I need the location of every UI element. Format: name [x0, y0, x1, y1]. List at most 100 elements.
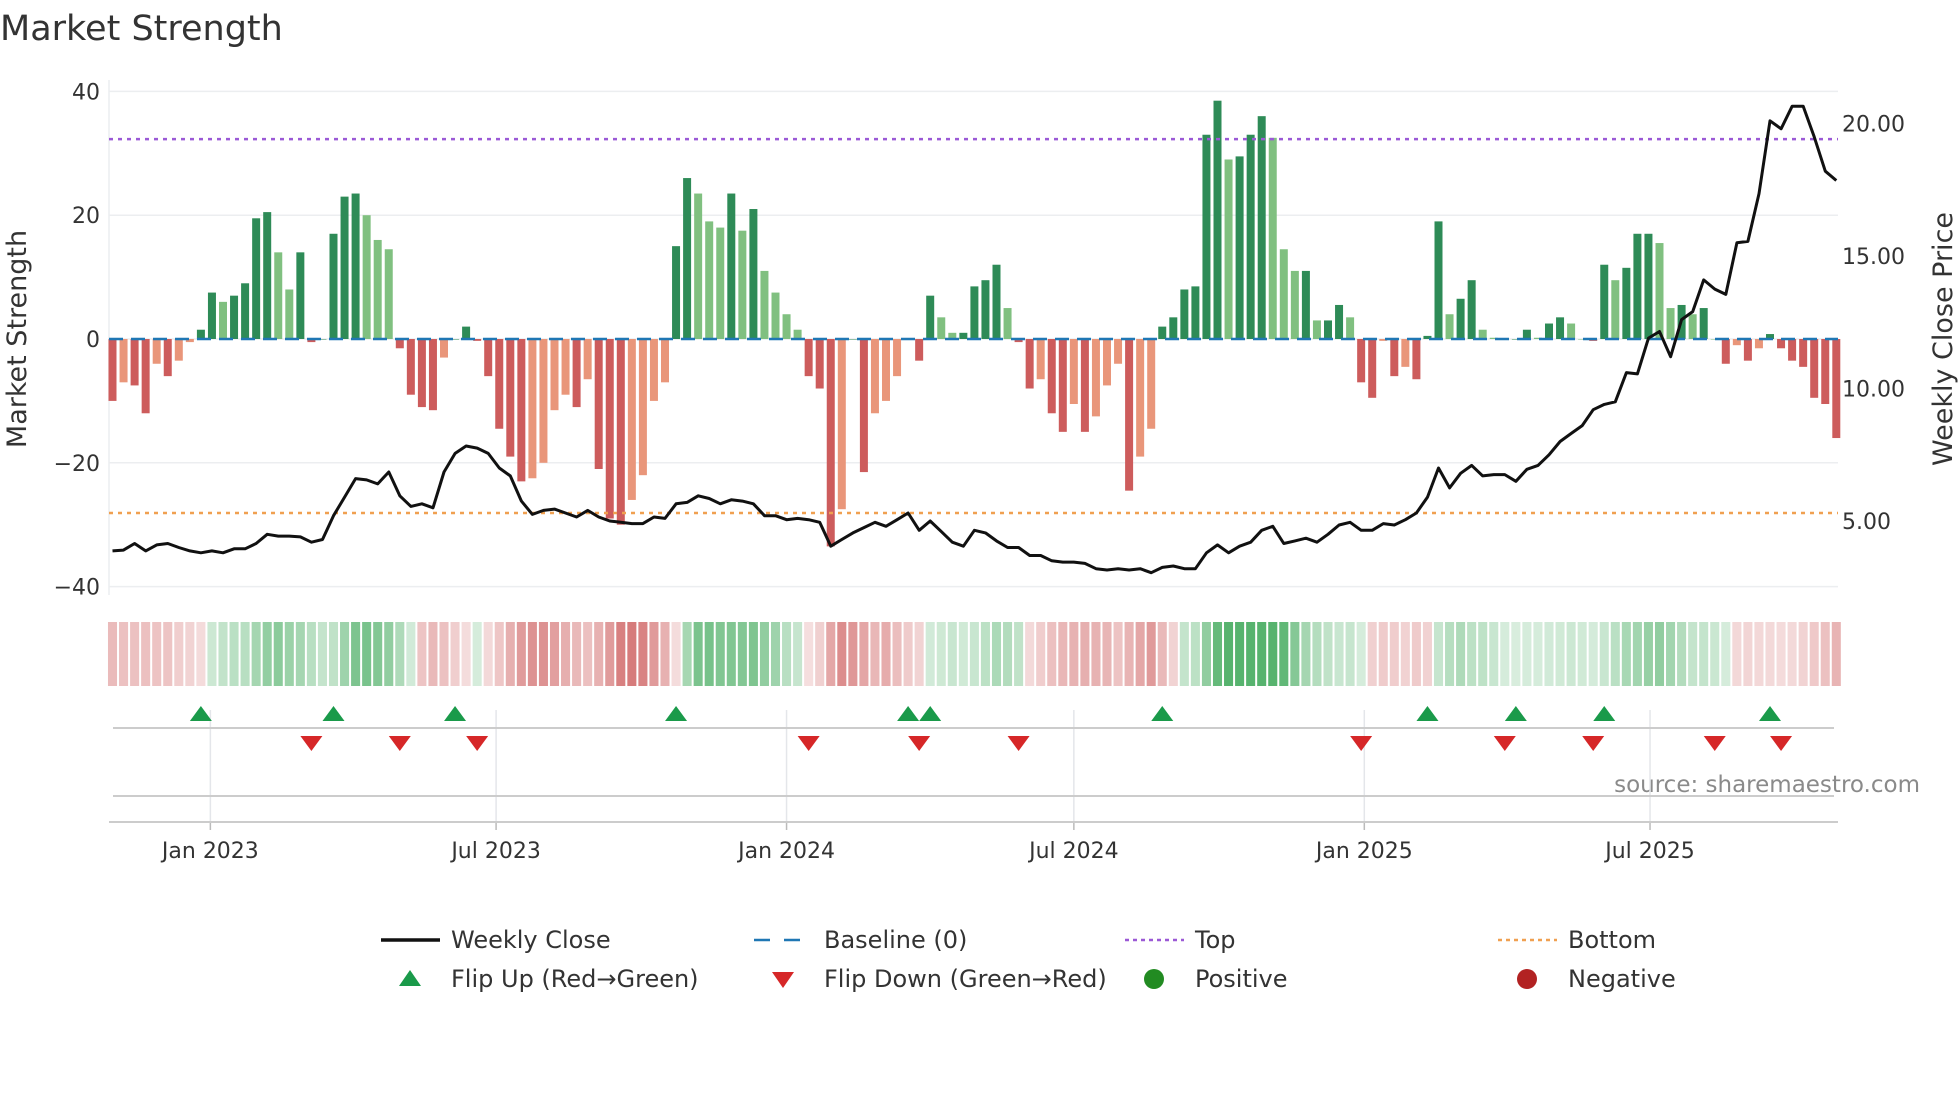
legend-label: Flip Down (Green→Red) — [824, 965, 1107, 993]
strip-cell — [328, 622, 339, 686]
strength-bar — [340, 196, 349, 339]
strip-cell — [1102, 622, 1112, 686]
strip-cell — [958, 622, 968, 686]
strength-bar — [1799, 339, 1808, 367]
x-tick-label: Jan 2025 — [1314, 839, 1413, 864]
strip-cell — [726, 622, 736, 686]
strip-cell — [914, 622, 924, 686]
strip-cell — [1323, 622, 1333, 686]
strip-cell — [1754, 622, 1764, 686]
strength-bar — [1069, 339, 1078, 404]
strip-cell — [1080, 622, 1090, 686]
strength-bar — [583, 339, 592, 380]
y2-axis-label: Weekly Close Price — [1928, 212, 1959, 466]
strip-cell — [229, 622, 239, 686]
strip-cell — [1787, 622, 1797, 686]
strip-cell — [1610, 622, 1620, 686]
strength-bar — [1125, 339, 1134, 491]
strength-bar — [130, 339, 139, 386]
legend-label: Bottom — [1568, 926, 1656, 954]
strength-bar — [1390, 339, 1399, 377]
flip-down-marker — [388, 736, 411, 751]
strength-bar — [1445, 314, 1454, 339]
strength-bar — [1357, 339, 1366, 383]
flip-up-marker — [1151, 706, 1174, 721]
strength-bar — [594, 339, 603, 469]
legend-item: Positive — [1144, 965, 1288, 993]
strip-cell — [152, 622, 162, 686]
strip-cell — [351, 622, 361, 686]
strength-bar — [263, 212, 272, 339]
strip-cell — [1433, 622, 1444, 686]
strength-bar — [406, 339, 415, 395]
strip-cell — [936, 622, 946, 686]
strip-cell — [1643, 622, 1653, 686]
strip-cell — [1003, 622, 1013, 686]
flip-up-marker — [444, 706, 467, 721]
strip-cell — [472, 622, 482, 686]
flip-down-marker — [1493, 736, 1516, 751]
strength-bar — [1169, 317, 1178, 339]
strip-cell — [737, 622, 747, 686]
strip-cell — [1411, 622, 1421, 686]
x-tick-label: Jan 2024 — [736, 839, 835, 864]
strip-cell — [141, 622, 151, 686]
strength-bar — [495, 339, 504, 429]
legend-item: Negative — [1517, 965, 1676, 993]
strength-bar — [417, 339, 426, 408]
strip-cell — [362, 622, 372, 686]
triangle-up-icon — [399, 970, 421, 986]
strength-bar — [749, 209, 758, 339]
strength-bar — [815, 339, 824, 389]
strip-cell — [240, 622, 250, 686]
strength-bar — [1257, 116, 1266, 339]
strip-cell — [605, 622, 615, 686]
strength-bar — [1567, 323, 1576, 339]
strip-cell — [1212, 622, 1223, 686]
strip-cell — [450, 622, 460, 686]
strip-cell — [262, 622, 272, 686]
strip-cell — [1113, 622, 1123, 686]
strength-bar — [837, 339, 846, 510]
strip-cell — [1345, 622, 1355, 686]
strip-cell — [925, 622, 935, 686]
strip-cell — [1721, 622, 1731, 686]
legend: Weekly Close Baseline (0) Top Bottom Flip Up… — [381, 926, 1676, 993]
strip-cell — [549, 622, 560, 686]
strength-bar — [1147, 339, 1156, 429]
legend-item: Bottom — [1498, 926, 1656, 954]
strip-cell — [1522, 622, 1532, 686]
strength-bar — [882, 339, 890, 401]
strength-bar — [373, 239, 382, 339]
strip-cell — [185, 622, 195, 686]
flip-up-marker — [919, 706, 942, 721]
strength-bar — [638, 339, 647, 476]
strength-bar — [793, 329, 802, 339]
strip-cell — [1599, 622, 1609, 686]
strength-bar — [1600, 264, 1609, 339]
strip-cell — [682, 622, 692, 686]
y-tick-label: −20 — [54, 452, 100, 477]
strip-cell — [461, 622, 471, 686]
strength-bar — [1268, 137, 1277, 339]
strength-bar — [1180, 289, 1189, 339]
strength-bar — [274, 252, 283, 339]
strip-cell — [1588, 622, 1598, 686]
strength-bar — [108, 339, 117, 401]
strength-bar — [384, 249, 393, 339]
strip-cell — [649, 622, 659, 686]
strength-bar — [196, 329, 205, 339]
strength-bar — [1754, 339, 1763, 349]
strip-cell — [373, 622, 383, 686]
y2-tick-label: 20.00 — [1842, 113, 1905, 138]
strip-cell — [859, 622, 869, 686]
strip-cell — [804, 622, 814, 686]
strip-cell — [527, 622, 537, 686]
legend-label: Flip Up (Red→Green) — [451, 965, 699, 993]
strength-bar — [1191, 286, 1200, 339]
strength-bar — [683, 178, 692, 339]
legend-item: Flip Down (Green→Red) — [772, 965, 1107, 993]
strength-bar — [1136, 339, 1145, 457]
strip-cell — [340, 622, 350, 686]
strength-bar — [870, 339, 879, 414]
